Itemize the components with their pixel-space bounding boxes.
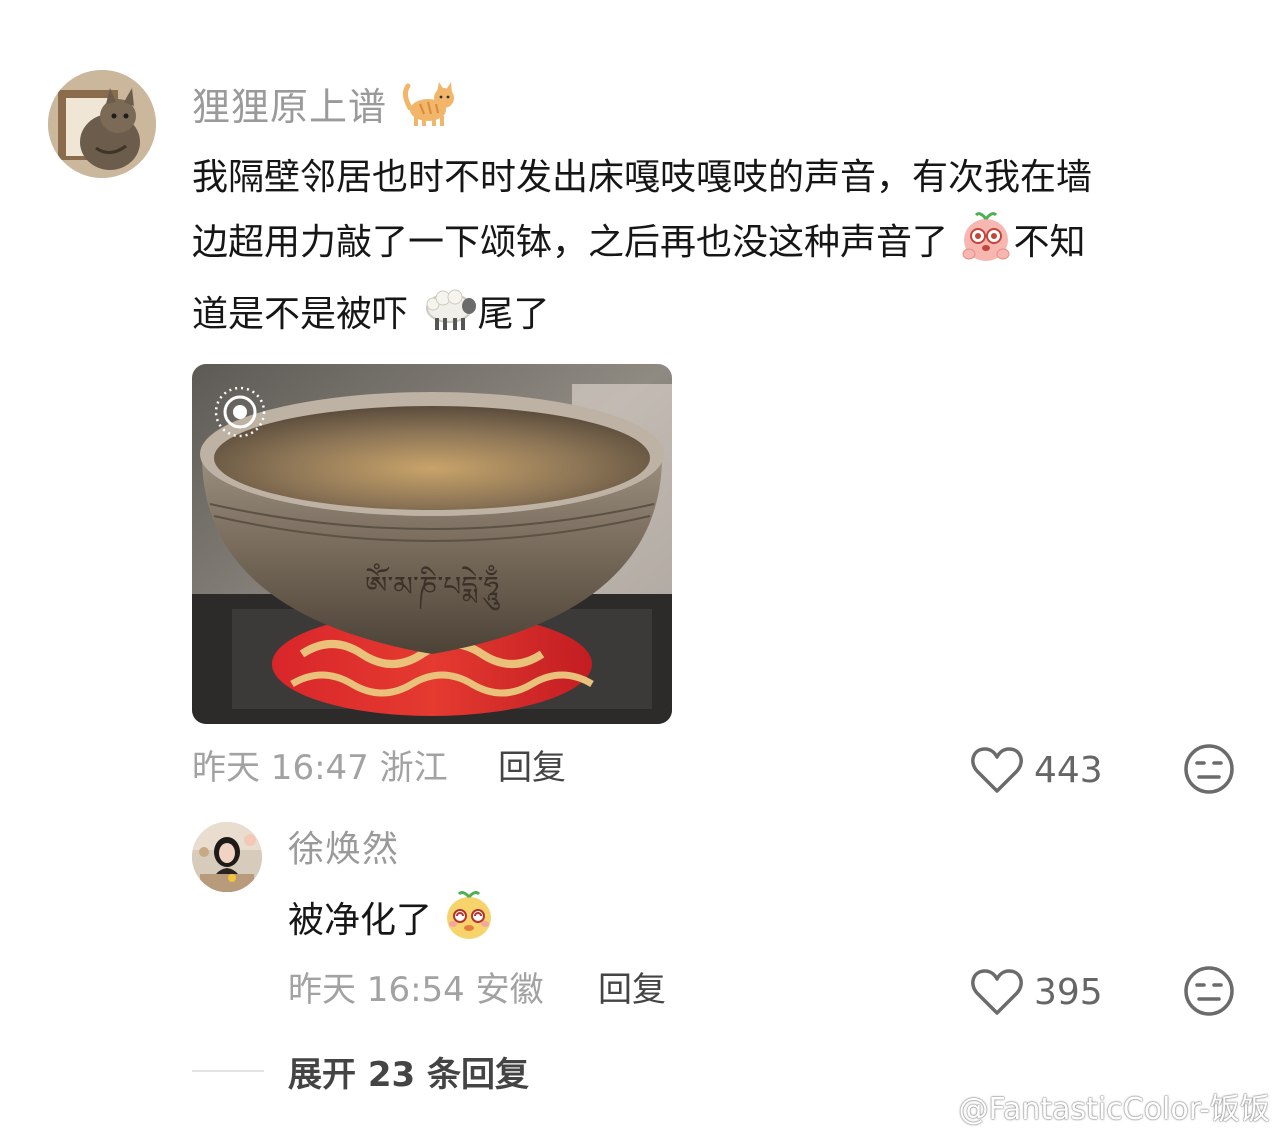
weibo-logo-icon [909,1083,955,1129]
reply-dislike-button[interactable] [1182,964,1236,1022]
sheep-emoji-icon [419,284,477,355]
commenter-username[interactable]: 狸狸原上谱 [192,78,460,139]
comment-like-count: 443 [1034,749,1103,791]
cat-emoji-icon [400,78,460,139]
neutral-face-icon [1182,744,1236,800]
expand-replies-button[interactable]: 展开 23 条回复 [192,1046,529,1096]
reply-like-button[interactable]: 395 [970,964,1103,1020]
comment-line-3: 道是不是被吓 尾了 [192,283,1252,355]
comment-like-button[interactable]: 443 [970,742,1103,798]
neutral-face-icon [1182,966,1236,1022]
comment-meta: 昨天 16:47 浙江 [192,748,448,788]
comment-line-2-text: 边超用力敲了一下颂钵，之后再也没这种声音了 [192,222,949,263]
comment-line-3-tail: 尾了 [477,294,550,335]
reply-text: 被净化了 [288,888,495,961]
comment-text: 我隔壁邻居也时不时发出床嘎吱嘎吱的声音，有次我在墙 边超用力敲了一下颂钵，之后再… [192,146,1252,355]
replier-username[interactable]: 徐焕然 [288,826,399,874]
replier-avatar[interactable] [192,822,262,892]
username-text: 狸狸原上谱 [192,85,388,129]
reply-text-content: 被净化了 [288,900,433,941]
comment-line-2-tail: 不知 [1013,222,1086,263]
heart-icon [970,745,1024,795]
comment-dislike-button[interactable] [1182,742,1236,800]
comment-line-1: 我隔壁邻居也时不时发出床嘎吱嘎吱的声音，有次我在墙 [192,157,1093,198]
expand-divider [192,1070,264,1072]
comment-line-2: 边超用力敲了一下颂钵，之后再也没这种声音了 不知 [192,210,1252,283]
expand-replies-label: 展开 23 条回复 [288,1054,529,1095]
comment-reply-button[interactable]: 回复 [498,744,566,792]
surprised-face-emoji-icon [959,210,1013,283]
watermark: @FantasticColor-饭饭 [909,1083,1271,1129]
commenter-avatar[interactable] [48,70,156,178]
reply-meta: 昨天 16:54 安徽 [288,970,544,1010]
comment-photo[interactable]: ཨོཾ་མ་ཎི་པདྨེ་ཧཱུྃ [192,364,672,724]
heart-icon [970,967,1024,1017]
watermark-text: @FantasticColor-饭饭 [958,1092,1271,1127]
dizzy-face-emoji-icon [443,888,495,961]
reply-like-count: 395 [1034,971,1103,1013]
comment-line-3-text: 道是不是被吓 [192,294,409,335]
reply-reply-button[interactable]: 回复 [598,966,666,1014]
